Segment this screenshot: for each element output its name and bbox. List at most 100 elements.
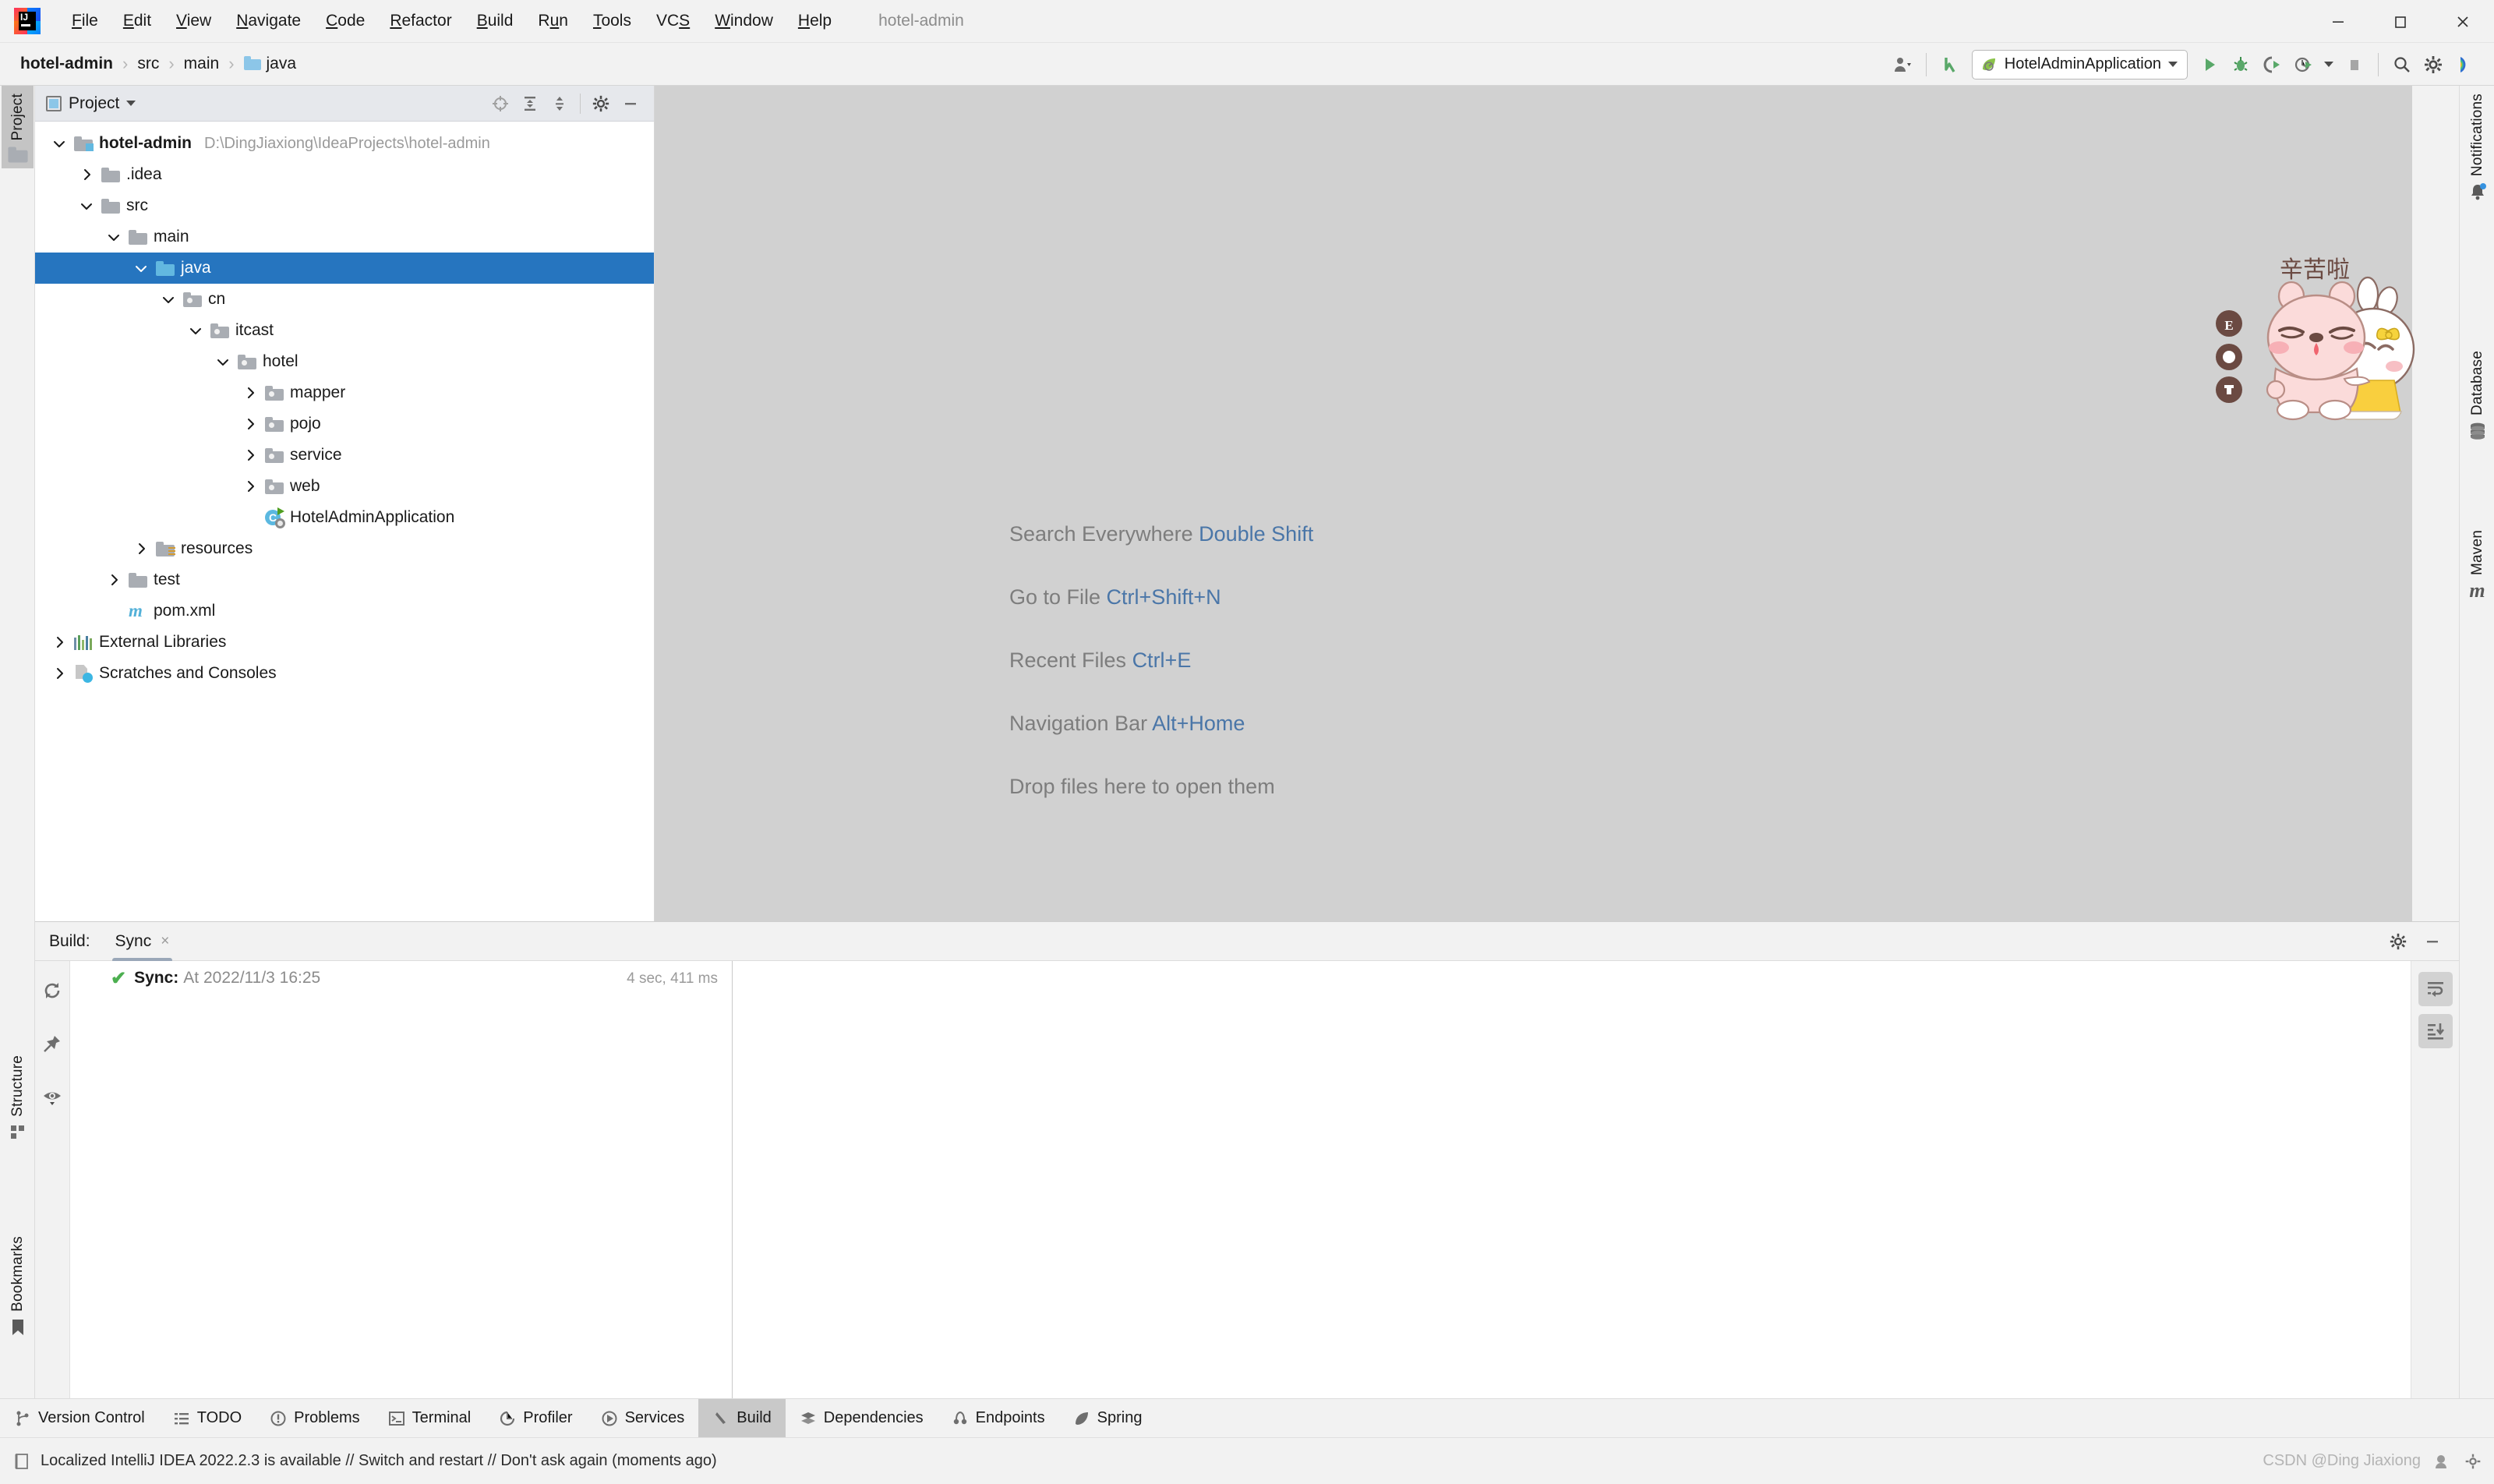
run-configuration-selector[interactable]: HotelAdminApplication	[1971, 49, 2188, 80]
hide-icon[interactable]	[616, 90, 645, 118]
tree-row-service[interactable]: service	[35, 440, 654, 471]
tool-window-button-spring[interactable]: Spring	[1059, 1399, 1157, 1438]
gear-icon[interactable]	[2418, 49, 2449, 80]
tree-row-itcast[interactable]: itcast	[35, 315, 654, 346]
chevron-down-icon[interactable]	[2319, 49, 2339, 80]
menu-item-edit[interactable]: Edit	[111, 8, 164, 34]
left-tool-window-stripe: Project Structure Bookmarks	[0, 86, 35, 1398]
run-icon[interactable]	[2194, 49, 2225, 80]
tree-row-pom-xml[interactable]: m pom.xml	[35, 595, 654, 627]
tool-window-button-services[interactable]: Services	[587, 1399, 699, 1438]
tree-row--idea[interactable]: .idea	[35, 159, 654, 190]
tree-row-hotel-admin[interactable]: hotel-admin D:\DingJiaxiong\IdeaProjects\…	[35, 128, 654, 159]
breadcrumb-separator: ›	[168, 54, 175, 73]
tree-row-external-libraries[interactable]: External Libraries	[35, 627, 654, 658]
maximize-restore-button[interactable]	[2369, 0, 2432, 43]
menu-item-code[interactable]: Code	[313, 8, 377, 34]
hint-shortcut: Ctrl+E	[1132, 648, 1192, 672]
menu-item-window[interactable]: Window	[702, 8, 786, 34]
hide-icon[interactable]	[2417, 926, 2448, 957]
rerun-icon[interactable]	[37, 975, 68, 1006]
package-icon	[238, 354, 256, 369]
sidebar-item-maven[interactable]: m Maven	[2461, 522, 2493, 606]
build-panel-body: ✔ Sync: At 2022/11/3 16:25 4 sec, 411 ms	[35, 961, 2459, 1398]
tree-row-cn[interactable]: cn	[35, 284, 654, 315]
close-button[interactable]	[2432, 0, 2494, 43]
tool-window-button-todo[interactable]: TODO	[159, 1399, 256, 1438]
minimize-button[interactable]	[2307, 0, 2369, 43]
tree-row-resources[interactable]: resources	[35, 533, 654, 564]
collapse-all-icon[interactable]	[546, 90, 574, 118]
ide-assistant-icon[interactable]	[2449, 49, 2480, 80]
breadcrumb-item-java[interactable]: java	[241, 52, 300, 76]
tree-row-src[interactable]: src	[35, 190, 654, 221]
breadcrumb-item-src[interactable]: src	[134, 52, 162, 76]
breadcrumb-item-main[interactable]: main	[181, 52, 223, 76]
tab-sync[interactable]: Sync ×	[111, 922, 173, 963]
run-with-coverage-icon[interactable]	[2256, 49, 2287, 80]
tree-row-pojo[interactable]: pojo	[35, 408, 654, 440]
eye-icon[interactable]	[37, 1081, 68, 1112]
menu-item-vcs[interactable]: VCS	[644, 8, 702, 34]
expand-all-icon[interactable]	[516, 90, 544, 118]
tree-row-test[interactable]: test	[35, 564, 654, 595]
menu-item-file[interactable]: File	[59, 8, 111, 34]
sidebar-item-structure[interactable]: Structure	[2, 1048, 34, 1147]
tool-window-button-build[interactable]: Build	[698, 1398, 786, 1438]
sidebar-item-label: Project	[9, 94, 26, 141]
menu-item-build[interactable]: Build	[465, 8, 526, 34]
close-icon[interactable]: ×	[161, 933, 169, 950]
tool-window-button-endpoints[interactable]: Endpoints	[938, 1399, 1059, 1438]
hint-text: Navigation Bar	[1009, 712, 1153, 735]
gear-icon[interactable]	[2383, 926, 2414, 957]
soft-wrap-icon[interactable]	[2418, 972, 2453, 1006]
account-icon[interactable]	[1887, 49, 1918, 80]
scroll-to-end-icon[interactable]	[2418, 1014, 2453, 1048]
dependencies-icon	[800, 1410, 817, 1427]
tree-row-scratches-and-consoles[interactable]: Scratches and Consoles	[35, 658, 654, 689]
tool-window-button-dependencies[interactable]: Dependencies	[786, 1399, 938, 1438]
menu-item-tools[interactable]: Tools	[581, 8, 644, 34]
menu-item-help[interactable]: Help	[786, 8, 844, 34]
tool-window-button-version-control[interactable]: Version Control	[0, 1399, 159, 1438]
assistant-icon[interactable]	[2433, 1452, 2452, 1471]
tree-row-main[interactable]: main	[35, 221, 654, 253]
updates-arrow-icon[interactable]	[1934, 49, 1966, 80]
menu-item-navigate[interactable]: Navigate	[224, 8, 313, 34]
chevron-down-icon[interactable]	[126, 101, 136, 106]
maven-pom-icon: m	[129, 601, 143, 620]
tool-window-button-profiler[interactable]: Profiler	[485, 1399, 586, 1438]
mascot-sticker: 辛苦啦 E	[2216, 256, 2415, 421]
profiler-icon[interactable]	[2287, 49, 2319, 80]
debug-icon[interactable]	[2225, 49, 2256, 80]
breadcrumb-item-hotel-admin[interactable]: hotel-admin	[17, 52, 116, 76]
tree-row-mapper[interactable]: mapper	[35, 377, 654, 408]
menu-item-view[interactable]: View	[164, 8, 224, 34]
project-tab[interactable]: Project	[46, 94, 136, 113]
pin-icon[interactable]	[37, 1028, 68, 1059]
sidebar-item-database[interactable]: Database	[2461, 343, 2493, 447]
gear-icon[interactable]	[2464, 1453, 2482, 1470]
tree-row-hoteladminapplication[interactable]: HotelAdminApplication	[35, 502, 654, 533]
sidebar-item-project[interactable]: Project	[2, 86, 34, 168]
menu-item-run[interactable]: Run	[525, 8, 581, 34]
menu-item-refactor[interactable]: Refactor	[377, 8, 464, 34]
tree-row-hotel[interactable]: hotel	[35, 346, 654, 377]
tree-row-web[interactable]: web	[35, 471, 654, 502]
sidebar-item-bookmarks[interactable]: Bookmarks	[2, 1228, 34, 1343]
sidebar-item-notifications[interactable]: Notifications	[2461, 86, 2493, 207]
status-message[interactable]: Localized IntelliJ IDEA 2022.2.3 is avai…	[14, 1452, 717, 1470]
select-opened-file-icon[interactable]	[486, 90, 514, 118]
stop-icon[interactable]	[2339, 49, 2370, 80]
tool-window-button-terminal[interactable]: Terminal	[374, 1399, 486, 1438]
profiler-icon	[499, 1410, 516, 1427]
sidebar-item-label: Notifications	[2468, 94, 2485, 177]
hint-shortcut: Ctrl+Shift+N	[1106, 585, 1221, 609]
build-side-actions	[35, 961, 70, 1398]
search-icon[interactable]	[2386, 49, 2418, 80]
tree-row-java[interactable]: java	[35, 253, 654, 284]
folder-blue-icon	[243, 56, 261, 70]
gear-icon[interactable]	[587, 90, 615, 118]
ide-window: IJ File Edit View Navigate Code Refactor Build…	[0, 0, 2494, 1484]
tool-window-button-problems[interactable]: Problems	[256, 1399, 373, 1438]
